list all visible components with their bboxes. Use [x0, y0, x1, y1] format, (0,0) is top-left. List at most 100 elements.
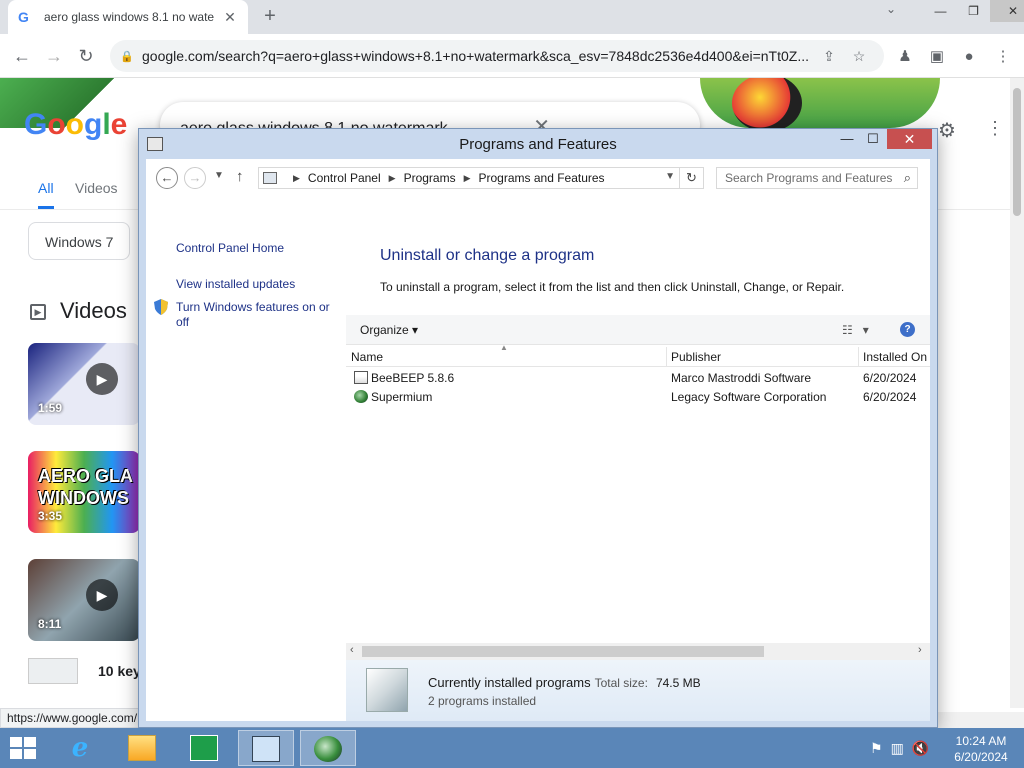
refresh-icon[interactable]: ↻ [680, 167, 704, 189]
table-row[interactable]: Supermium Legacy Software Corporation 6/… [346, 388, 930, 407]
program-name[interactable]: Supermium [371, 390, 432, 404]
back-arrow-icon[interactable]: ← [156, 167, 178, 189]
play-icon[interactable]: ▶ [86, 579, 118, 611]
table-row[interactable]: BeeBEEP 5.8.6 Marco Mastroddi Software 6… [346, 369, 930, 388]
video-thumbnail[interactable]: ▶ 8:11 [28, 559, 140, 641]
breadcrumb-programs[interactable]: Programs [404, 171, 456, 185]
taskbar-clock[interactable]: 10:24 AM 6/20/2024 [946, 733, 1016, 765]
restore-button[interactable]: ❐ [957, 0, 990, 22]
forward-arrow-icon[interactable]: → [184, 167, 206, 189]
sort-ascending-icon: ▲ [500, 343, 508, 352]
address-url[interactable]: google.com/search?q=aero+glass+windows+8… [142, 48, 814, 64]
taskbar-internet-explorer[interactable]: e [52, 730, 108, 766]
maximize-button[interactable]: ☐ [859, 129, 887, 149]
minimize-button[interactable]: — [924, 0, 957, 22]
network-icon[interactable]: ▥ [891, 740, 912, 756]
control-panel-icon [252, 736, 280, 762]
browser-tab-active[interactable]: G aero glass windows 8.1 no wate ✕ [8, 0, 248, 34]
video-duration: 1:59 [38, 401, 63, 415]
supermium-icon [354, 390, 368, 403]
video-thumbnail[interactable] [28, 658, 78, 684]
scroll-right-arrow-icon[interactable]: › [918, 644, 922, 656]
breadcrumb-separator-icon[interactable]: ▶ [464, 173, 471, 184]
tab-videos[interactable]: Videos [75, 180, 118, 196]
close-button[interactable]: ✕ [887, 129, 932, 149]
browser-toolbar: ← → ↻ 🔒 google.com/search?q=aero+glass+w… [0, 34, 1024, 78]
scroll-left-arrow-icon[interactable]: ‹ [350, 644, 354, 656]
control-panel-icon [263, 172, 277, 184]
forward-button[interactable]: → [42, 44, 66, 68]
beebeep-icon [354, 371, 368, 384]
breadcrumb-separator-icon[interactable]: ▶ [293, 173, 300, 184]
back-button[interactable]: ← [10, 44, 34, 68]
thumbnail-text: AERO GLA WINDOWS [38, 466, 133, 508]
installed-programs-icon [366, 668, 408, 712]
filter-chip-windows-7[interactable]: Windows 7 [28, 222, 131, 260]
search-programs-input[interactable]: Search Programs and Features ⌕ [716, 167, 918, 189]
scrollbar-thumb[interactable] [362, 646, 764, 657]
internet-explorer-icon: e [71, 733, 89, 763]
program-installed-on: 6/20/2024 [863, 371, 917, 385]
turn-windows-features-link[interactable]: Turn Windows features on or off [176, 300, 341, 330]
google-logo[interactable]: Google [24, 108, 127, 142]
column-header-publisher[interactable]: Publisher [671, 350, 721, 364]
play-icon[interactable]: ▶ [86, 363, 118, 395]
new-tab-button[interactable]: + [258, 4, 282, 28]
browser-window-controls: — ❐ ✕ [924, 0, 1024, 22]
profile-avatar-icon[interactable]: ● [958, 46, 980, 68]
program-publisher: Legacy Software Corporation [671, 390, 827, 404]
search-placeholder: Search Programs and Features [725, 171, 893, 185]
help-icon[interactable]: ? [900, 322, 915, 337]
control-panel-home-link[interactable]: Control Panel Home [176, 241, 284, 256]
video-title[interactable]: 10 key [98, 663, 141, 679]
video-thumbnail[interactable]: AERO GLA WINDOWS 3:35 [28, 451, 140, 533]
minimize-button[interactable]: — [833, 129, 861, 149]
change-view-icon[interactable]: ☷ ▾ [842, 323, 869, 337]
address-dropdown-chevron-icon[interactable]: ▼ [665, 171, 675, 182]
taskbar-file-explorer[interactable] [114, 730, 170, 766]
program-name[interactable]: BeeBEEP 5.8.6 [371, 371, 454, 385]
lock-icon[interactable]: 🔒 [120, 50, 134, 63]
page-vertical-scrollbar[interactable] [1010, 78, 1024, 708]
action-center-flag-icon[interactable]: ⚑ [870, 740, 891, 756]
column-header-name[interactable]: Name [351, 350, 383, 364]
task-pane: Control Panel Home View installed update… [146, 197, 346, 721]
details-summary: Currently installed programs Total size: 7… [428, 675, 701, 690]
settings-gear-icon[interactable]: ⚙ [938, 118, 956, 143]
browser-tab-strip: G aero glass windows 8.1 no wate ✕ + ⌄ —… [0, 0, 1024, 34]
list-horizontal-scrollbar[interactable]: ‹ › [346, 643, 930, 660]
taskbar-store[interactable] [176, 730, 232, 766]
tab-close-icon[interactable]: ✕ [222, 9, 238, 26]
taskbar-supermium[interactable] [300, 730, 356, 766]
google-apps-icon[interactable]: ⋮⋮ [986, 118, 1010, 139]
breadcrumb-separator-icon[interactable]: ▶ [389, 173, 396, 184]
breadcrumb-programs-and-features[interactable]: Programs and Features [479, 171, 605, 185]
uac-shield-icon [154, 299, 168, 315]
up-arrow-icon[interactable]: ↑ [236, 168, 244, 185]
tab-search-chevron-icon[interactable]: ⌄ [886, 2, 896, 16]
breadcrumb-control-panel[interactable]: Control Panel [308, 171, 381, 185]
tab-all[interactable]: All [38, 180, 54, 209]
search-icon[interactable]: ⌕ [904, 170, 911, 186]
bookmark-star-icon[interactable]: ☆ [844, 48, 874, 65]
taskbar-control-panel[interactable] [238, 730, 294, 766]
windows-start-icon[interactable] [10, 737, 38, 761]
chrome-menu-icon[interactable]: ⋮ [992, 46, 1014, 68]
view-installed-updates-link[interactable]: View installed updates [176, 277, 295, 292]
breadcrumb[interactable]: ▶ Control Panel ▶ Programs ▶ Programs an… [258, 167, 680, 189]
close-window-button[interactable]: ✕ [990, 0, 1024, 22]
scrollbar-thumb[interactable] [1013, 88, 1021, 216]
window-title-bar[interactable]: Programs and Features — ☐ ✕ [139, 129, 937, 159]
volume-muted-icon[interactable]: 🔇 [912, 740, 937, 756]
side-panel-icon[interactable]: ▣ [926, 46, 948, 68]
organize-menu-button[interactable]: Organize ▾ [360, 323, 418, 337]
extensions-icon[interactable]: ♟ [894, 46, 916, 68]
address-bar[interactable]: 🔒 google.com/search?q=aero+glass+windows… [110, 40, 884, 72]
share-icon[interactable]: ⇪ [814, 48, 844, 65]
videos-section-heading: ▶ Videos [30, 298, 127, 324]
file-explorer-icon [128, 735, 156, 761]
reload-button[interactable]: ↻ [74, 44, 98, 68]
video-thumbnail[interactable]: ▶ 1:59 [28, 343, 140, 425]
column-header-installed-on[interactable]: Installed On [863, 350, 927, 364]
recent-locations-chevron-icon[interactable]: ▼ [214, 170, 224, 181]
